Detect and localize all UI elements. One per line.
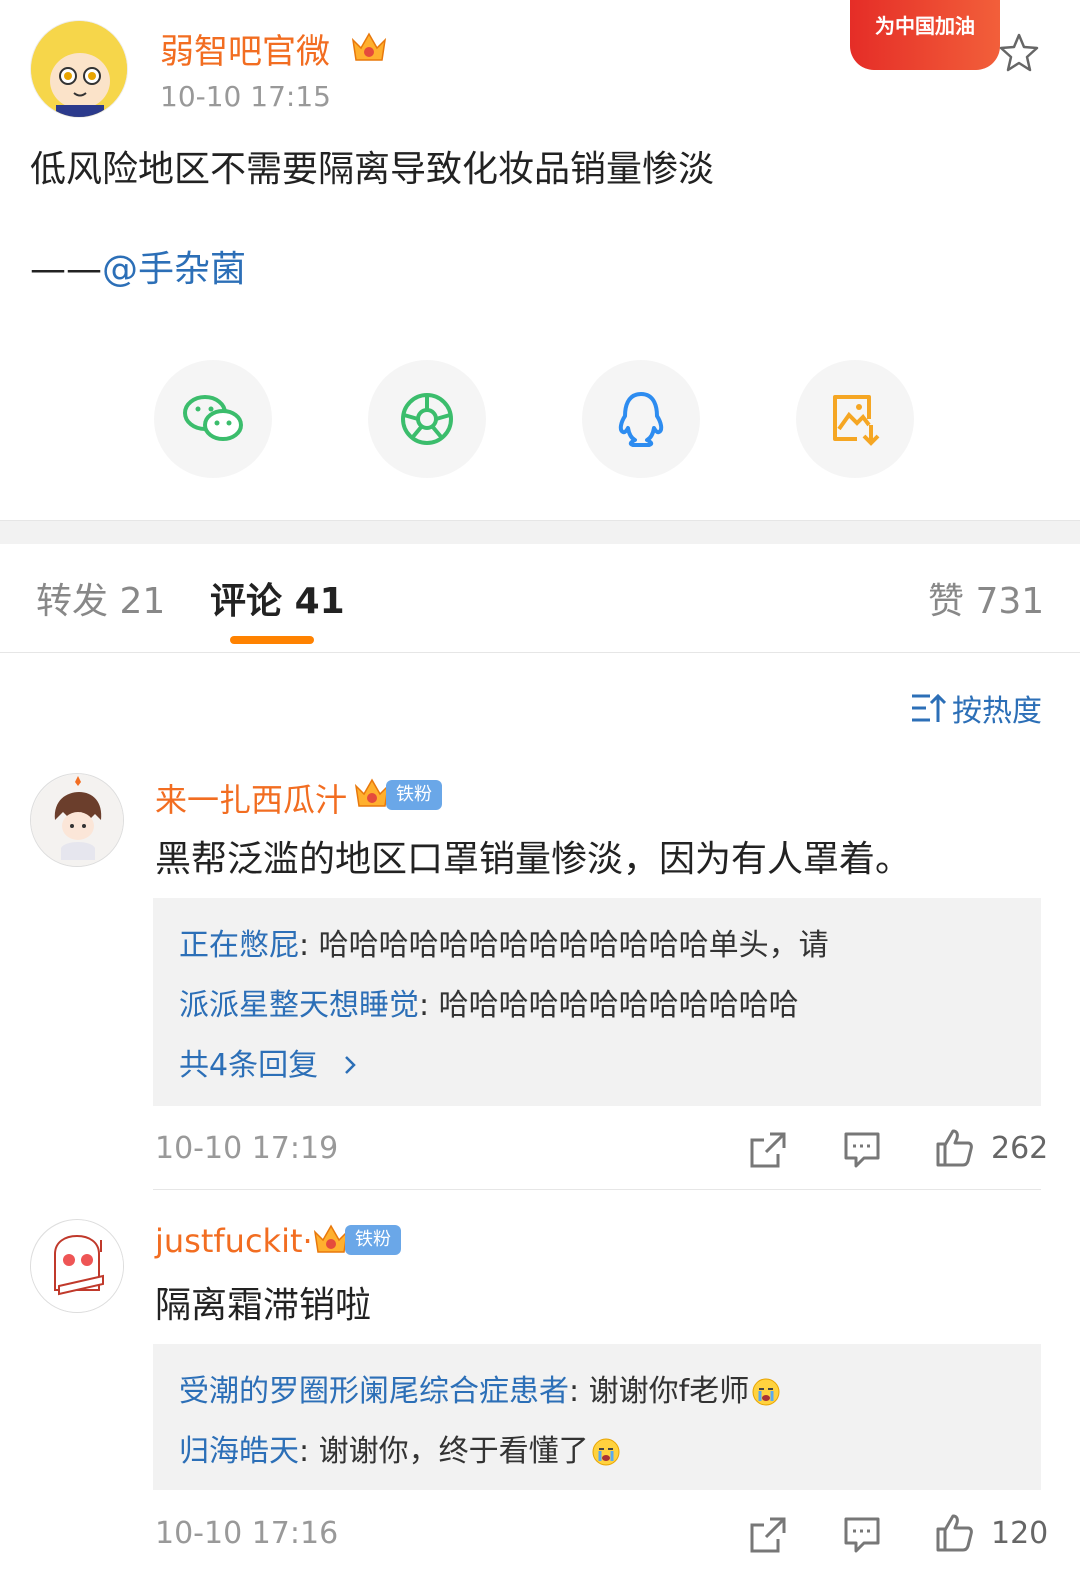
author-name[interactable]: 弱智吧官微 (160, 24, 330, 73)
crying-emoji-icon (591, 1428, 621, 1466)
tab-divider (0, 652, 1080, 653)
chevron-right-icon (344, 1056, 356, 1074)
reply-box[interactable]: 受潮的罗圈形阑尾综合症患者: 谢谢你f老师 归海皓天: 谢谢你，终于看懂了 (153, 1344, 1041, 1490)
favorite-star-icon[interactable] (998, 32, 1040, 74)
reply-author[interactable]: 派派星整天想睡觉 (179, 988, 419, 1023)
comment-icon (844, 1132, 880, 1168)
reply-item[interactable]: 正在憋屁: 哈哈哈哈哈哈哈哈哈哈哈哈哈单头，请 (179, 916, 1015, 976)
fan-badge: 铁粉 (386, 780, 442, 810)
section-divider (0, 520, 1080, 544)
reply-item[interactable]: 派派星整天想睡觉: 哈哈哈哈哈哈哈哈哈哈哈哈 (179, 976, 1015, 1036)
more-replies-label: 共4条回复 (179, 1048, 319, 1083)
crying-emoji-icon (751, 1368, 781, 1406)
thumbs-up-icon (936, 1129, 973, 1167)
commenter-avatar[interactable] (30, 1219, 124, 1313)
reply-item[interactable]: 受潮的罗圈形阑尾综合症患者: 谢谢你f老师 (179, 1362, 1015, 1422)
tab-repost[interactable]: 转发 21 (36, 572, 165, 624)
comment-time: 10-10 17:19 (155, 1131, 339, 1166)
sort-icon (912, 693, 946, 722)
reply-text: : 谢谢你，终于看懂了 (299, 1434, 589, 1469)
reply-text: : 哈哈哈哈哈哈哈哈哈哈哈哈 (419, 988, 799, 1023)
share-arrow-icon (750, 1132, 786, 1168)
tab-comment-label: 评论 (210, 581, 283, 622)
qq-icon (618, 392, 664, 447)
comment-like-count: 120 (991, 1516, 1049, 1551)
save-image-button[interactable] (796, 360, 914, 478)
post-header: 弱智吧官微 10-10 17:15 为中国加油 (0, 0, 1080, 130)
save-image-icon (833, 395, 880, 446)
comment-text: 隔离霜滞销啦 (155, 1285, 372, 1326)
commenter-name[interactable]: justfuckit· (155, 1222, 313, 1260)
active-tab-indicator (230, 636, 314, 644)
sort-by-hot-button[interactable]: 按热度 (910, 686, 1042, 730)
like-comment-button[interactable] (934, 1128, 974, 1168)
reply-author[interactable]: 受潮的罗圈形阑尾综合症患者 (179, 1374, 569, 1409)
post-signature: ——@手杂菌 (30, 242, 246, 298)
reply-author[interactable]: 归海皓天 (179, 1434, 299, 1469)
repost-comment-button[interactable] (748, 1515, 788, 1555)
post-text: 低风险地区不需要隔离导致化妆品销量惨淡 (30, 149, 715, 190)
wechat-icon (183, 395, 243, 441)
vip-crown-icon (350, 30, 388, 64)
tab-repost-label: 转发 (36, 581, 109, 622)
share-moments-button[interactable] (368, 360, 486, 478)
commenter-name[interactable]: 来一扎西瓜汁 (155, 775, 347, 821)
like-comment-button[interactable] (934, 1513, 974, 1553)
thumbs-up-icon (936, 1514, 973, 1552)
comment-time: 10-10 17:16 (155, 1516, 339, 1551)
comment-divider (153, 1189, 1041, 1190)
sort-label: 按热度 (952, 694, 1042, 729)
tab-comment-count: 41 (294, 581, 345, 622)
reply-comment-button[interactable] (842, 1515, 882, 1555)
repost-comment-button[interactable] (748, 1130, 788, 1170)
post-time: 10-10 17:15 (160, 80, 331, 113)
author-avatar[interactable] (30, 20, 128, 118)
share-wechat-button[interactable] (154, 360, 272, 478)
reply-item[interactable]: 归海皓天: 谢谢你，终于看懂了 (179, 1422, 1015, 1482)
moments-icon (401, 393, 453, 445)
tab-repost-count: 21 (119, 581, 166, 622)
fan-badge: 铁粉 (345, 1225, 401, 1255)
comment-icon (844, 1517, 880, 1553)
reply-comment-button[interactable] (842, 1130, 882, 1170)
share-arrow-icon (750, 1517, 786, 1553)
signature-prefix: —— (30, 249, 102, 290)
tab-like-label: 赞 (928, 581, 965, 622)
reply-text: : 谢谢你f老师 (569, 1374, 750, 1409)
reply-text: : 哈哈哈哈哈哈哈哈哈哈哈哈哈单头，请 (299, 928, 829, 963)
promo-badge[interactable]: 为中国加油 (850, 0, 1000, 70)
reply-box[interactable]: 正在憋屁: 哈哈哈哈哈哈哈哈哈哈哈哈哈单头，请 派派星整天想睡觉: 哈哈哈哈哈哈… (153, 898, 1041, 1106)
tab-comment[interactable]: 评论 41 (210, 572, 345, 624)
tab-like-count: 731 (975, 581, 1045, 622)
tab-like[interactable]: 赞 731 (928, 572, 1044, 624)
more-replies-link[interactable]: 共4条回复 (179, 1036, 1015, 1096)
reply-author[interactable]: 正在憋屁 (179, 928, 299, 963)
comment-text: 黑帮泛滥的地区口罩销量惨淡，因为有人罩着。 (155, 839, 912, 880)
comment-like-count: 262 (991, 1131, 1049, 1166)
share-qq-button[interactable] (582, 360, 700, 478)
mention-link[interactable]: @手杂菌 (102, 249, 246, 290)
commenter-avatar[interactable] (30, 773, 124, 867)
